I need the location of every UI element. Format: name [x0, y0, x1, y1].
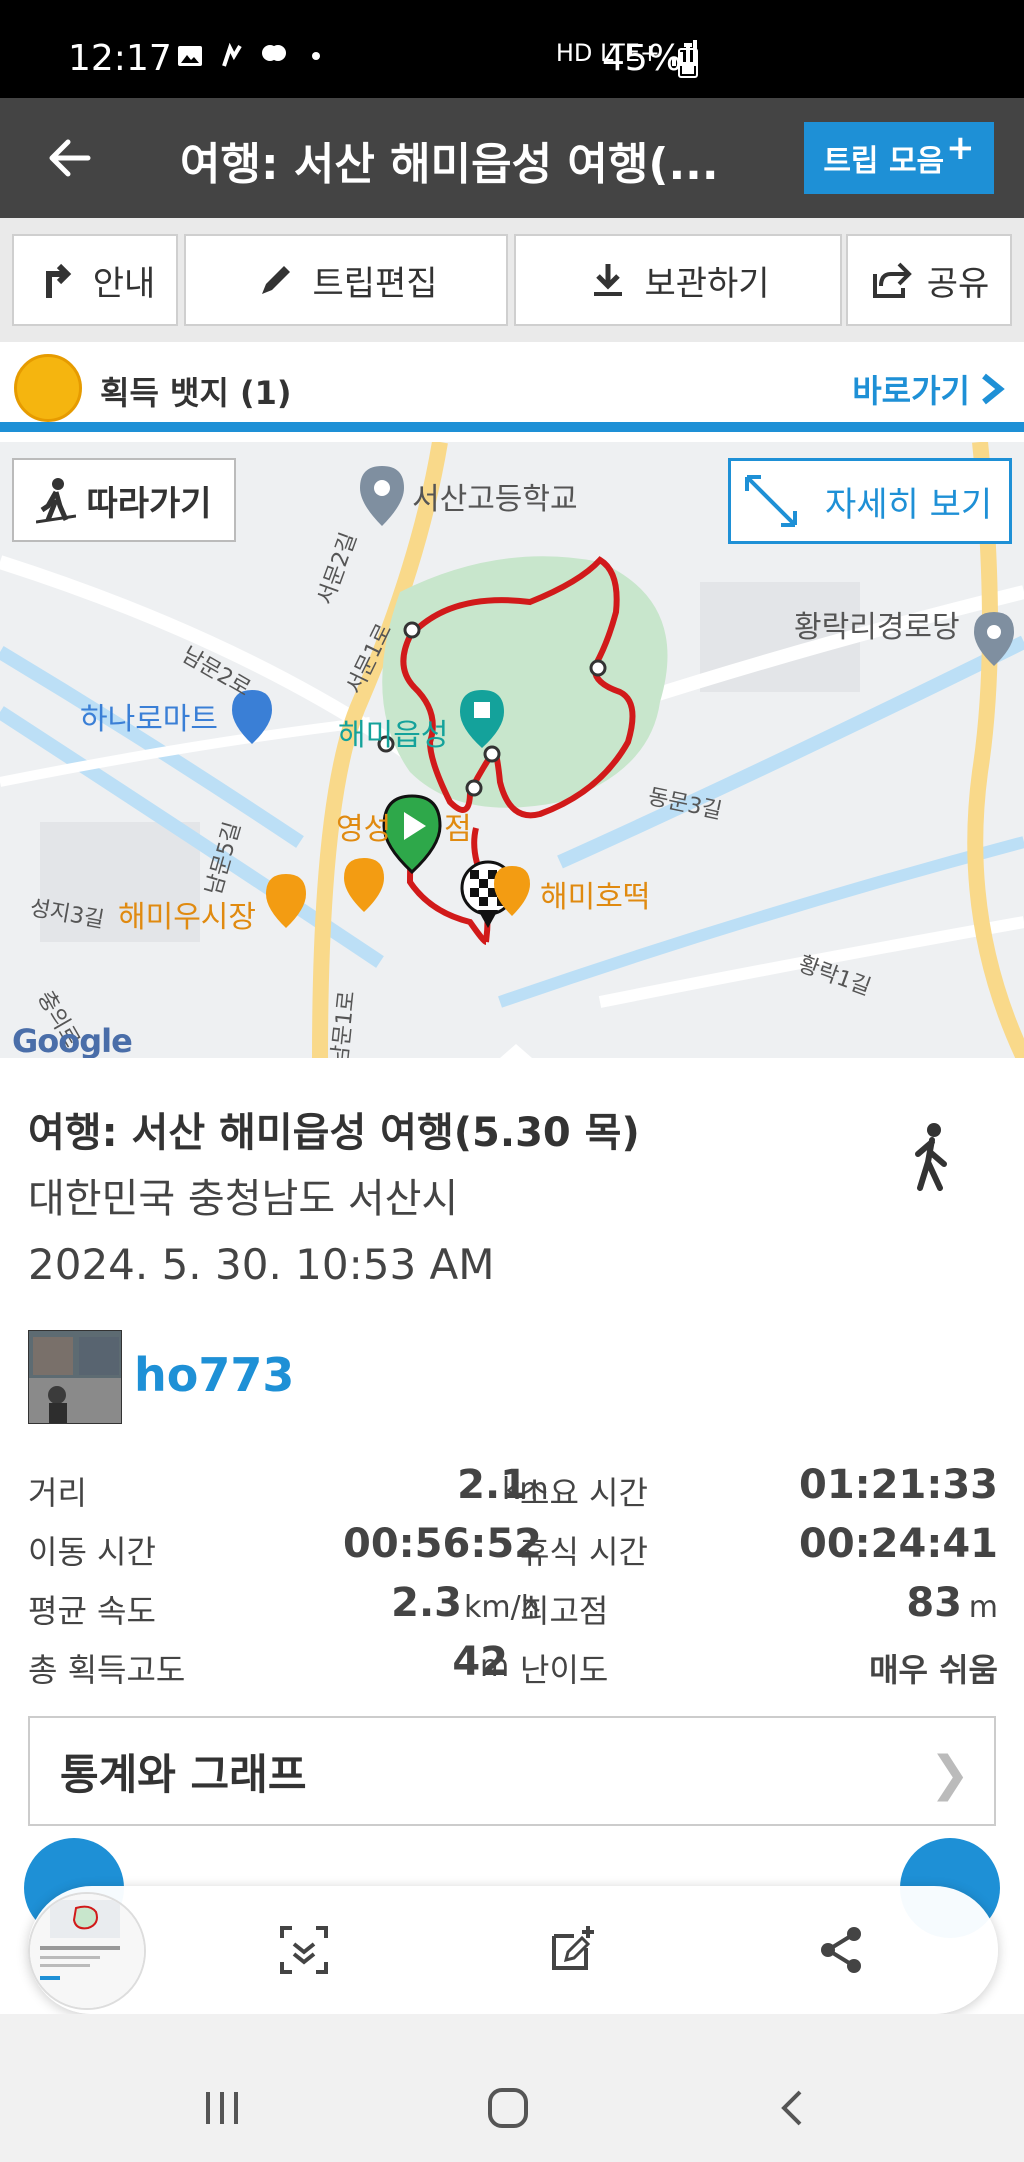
expand-icon: [745, 475, 797, 527]
map-label-road-nammun1: 남문1로: [327, 989, 361, 1058]
status-bar: 12:17 HD LTE+ 45%: [0, 0, 1024, 98]
username-link[interactable]: ho773: [134, 1348, 294, 1402]
moving-time-label: 이동 시간: [28, 1533, 156, 1571]
system-nav-bar: [0, 2044, 1024, 2162]
max-elevation-label: 최고점: [520, 1592, 609, 1630]
download-icon: [594, 264, 623, 296]
rest-time-label: 휴식 시간: [520, 1533, 648, 1571]
dot-icon: [312, 52, 320, 60]
follow-label: 따라가기: [86, 483, 212, 524]
pencil-icon: [262, 266, 291, 294]
follow-button[interactable]: 따라가기: [12, 458, 236, 542]
recent-apps-icon[interactable]: [198, 2084, 246, 2132]
turn-arrow-icon: [45, 263, 71, 298]
page-title: 여행: 서산 해미읍성 여행(...: [180, 139, 719, 190]
screenshot-toolbar: [28, 1886, 998, 2014]
guide-label: 안내: [92, 263, 156, 304]
map-label-school: 서산고등학교: [412, 482, 578, 517]
share-button[interactable]: 공유: [846, 234, 1012, 326]
notification-icons: [176, 42, 330, 70]
edit-trip-button[interactable]: 트립편집: [184, 234, 508, 326]
scroll-capture-icon[interactable]: [276, 1922, 332, 1978]
won-icon: [262, 45, 286, 61]
thumbnail-image: [30, 1894, 144, 2008]
share-label: 공유: [926, 263, 990, 304]
battery-percent: 45%: [602, 38, 683, 79]
save-button[interactable]: 보관하기: [514, 234, 842, 326]
user-avatar[interactable]: [28, 1330, 122, 1424]
trip-collection-label: 트립 모음: [823, 144, 945, 179]
walking-person-icon: [36, 478, 77, 524]
map-label-restaurant: 영성: [336, 812, 392, 847]
badge-shortcut-link[interactable]: 바로가기: [852, 366, 1006, 412]
map-label-senior-center: 황락리경로당: [794, 610, 960, 645]
avatar-image: [29, 1331, 121, 1423]
walking-activity-icon: [915, 1123, 947, 1191]
total-ascent-unit: m: [480, 1649, 510, 1684]
view-detail-label: 자세히 보기: [825, 484, 993, 525]
stats-graph-button[interactable]: 통계와 그래프 ❯: [28, 1716, 996, 1826]
avg-speed-label: 평균 속도: [28, 1592, 156, 1630]
google-logo: Google: [12, 1022, 133, 1058]
action-toolbar: 안내 트립편집 보관하기 공유: [0, 218, 1024, 342]
avg-speed-value: 2.3: [391, 1580, 462, 1626]
chevron-right-icon: ❯: [929, 1746, 970, 1802]
map-label-rice-cake: 해미호떡: [540, 880, 651, 915]
map-label-restaurant-b: 점: [444, 812, 472, 847]
map-label-market: 해미우시장: [118, 900, 256, 935]
badge-medal-icon: [14, 354, 82, 422]
back-icon[interactable]: [770, 2084, 818, 2132]
distance-label: 거리: [28, 1474, 87, 1512]
stat-row: 평균 속도 2.3 km/h 최고점 83 m: [28, 1580, 998, 1639]
map-label-fortress: 해미읍성: [338, 718, 449, 753]
max-elevation-unit: m: [968, 1590, 998, 1625]
bottom-strip: [0, 2014, 1024, 2044]
save-label: 보관하기: [644, 263, 770, 304]
badge-row[interactable]: 획득 뱃지 (1) 바로가기: [0, 342, 1024, 432]
total-ascent-label: 총 획득고도: [28, 1651, 186, 1689]
stat-row: 총 획득고도 42 m 난이도 매우 쉬움: [28, 1639, 998, 1698]
stat-row: 거리 2.1 km 소요 시간 01:21:33: [28, 1462, 998, 1521]
back-arrow-icon[interactable]: [40, 128, 100, 188]
badge-label: 획득 뱃지 (1): [100, 374, 292, 412]
fitness-icon: [222, 42, 242, 67]
map-label-mart: 하나로마트: [80, 702, 218, 737]
share-screenshot-icon[interactable]: [814, 1922, 870, 1978]
badge-shortcut-label: 바로가기: [852, 372, 970, 410]
rest-time-value: 00:24:41: [799, 1521, 998, 1567]
gallery-icon: [178, 46, 202, 66]
home-icon[interactable]: [484, 2084, 532, 2132]
view-detail-button[interactable]: 자세히 보기: [728, 458, 1012, 544]
max-elevation-value: 83: [906, 1580, 962, 1626]
difficulty-value: 매우 쉬움: [869, 1651, 998, 1689]
guide-button[interactable]: 안내: [12, 234, 178, 326]
total-time-label: 소요 시간: [520, 1474, 648, 1512]
edit-trip-label: 트립편집: [312, 263, 438, 304]
stats-table: 거리 2.1 km 소요 시간 01:21:33 이동 시간 00:56:52 …: [28, 1462, 998, 1698]
plus-icon: +: [946, 128, 975, 168]
difficulty-label: 난이도: [520, 1651, 609, 1689]
edit-screenshot-icon[interactable]: [544, 1922, 600, 1978]
chevron-right-icon: [982, 373, 1005, 405]
trip-title: 여행: 서산 해미읍성 여행(5.30 목): [28, 1110, 640, 1156]
trip-date: 2024. 5. 30. 10:53 AM: [28, 1240, 495, 1289]
route-map[interactable]: 따라가기 자세히 보기 서산고등학교 황락리경로당 하나로마트 해미읍성 영성 …: [0, 442, 1024, 1058]
total-time-value: 01:21:33: [799, 1462, 998, 1508]
moving-time-value: 00:56:52: [343, 1521, 542, 1567]
trip-location: 대한민국 충청남도 서산시: [28, 1176, 459, 1222]
status-time: 12:17: [68, 38, 172, 79]
app-bar: 여행: 서산 해미읍성 여행(... 트립 모음 +: [0, 98, 1024, 218]
stats-graph-label: 통계와 그래프: [60, 1749, 307, 1799]
battery-icon: [678, 43, 698, 78]
trip-collection-button[interactable]: 트립 모음 +: [804, 122, 994, 194]
share-icon: [872, 262, 912, 298]
stat-row: 이동 시간 00:56:52 휴식 시간 00:24:41: [28, 1521, 998, 1580]
screenshot-thumbnail[interactable]: [28, 1892, 146, 2010]
